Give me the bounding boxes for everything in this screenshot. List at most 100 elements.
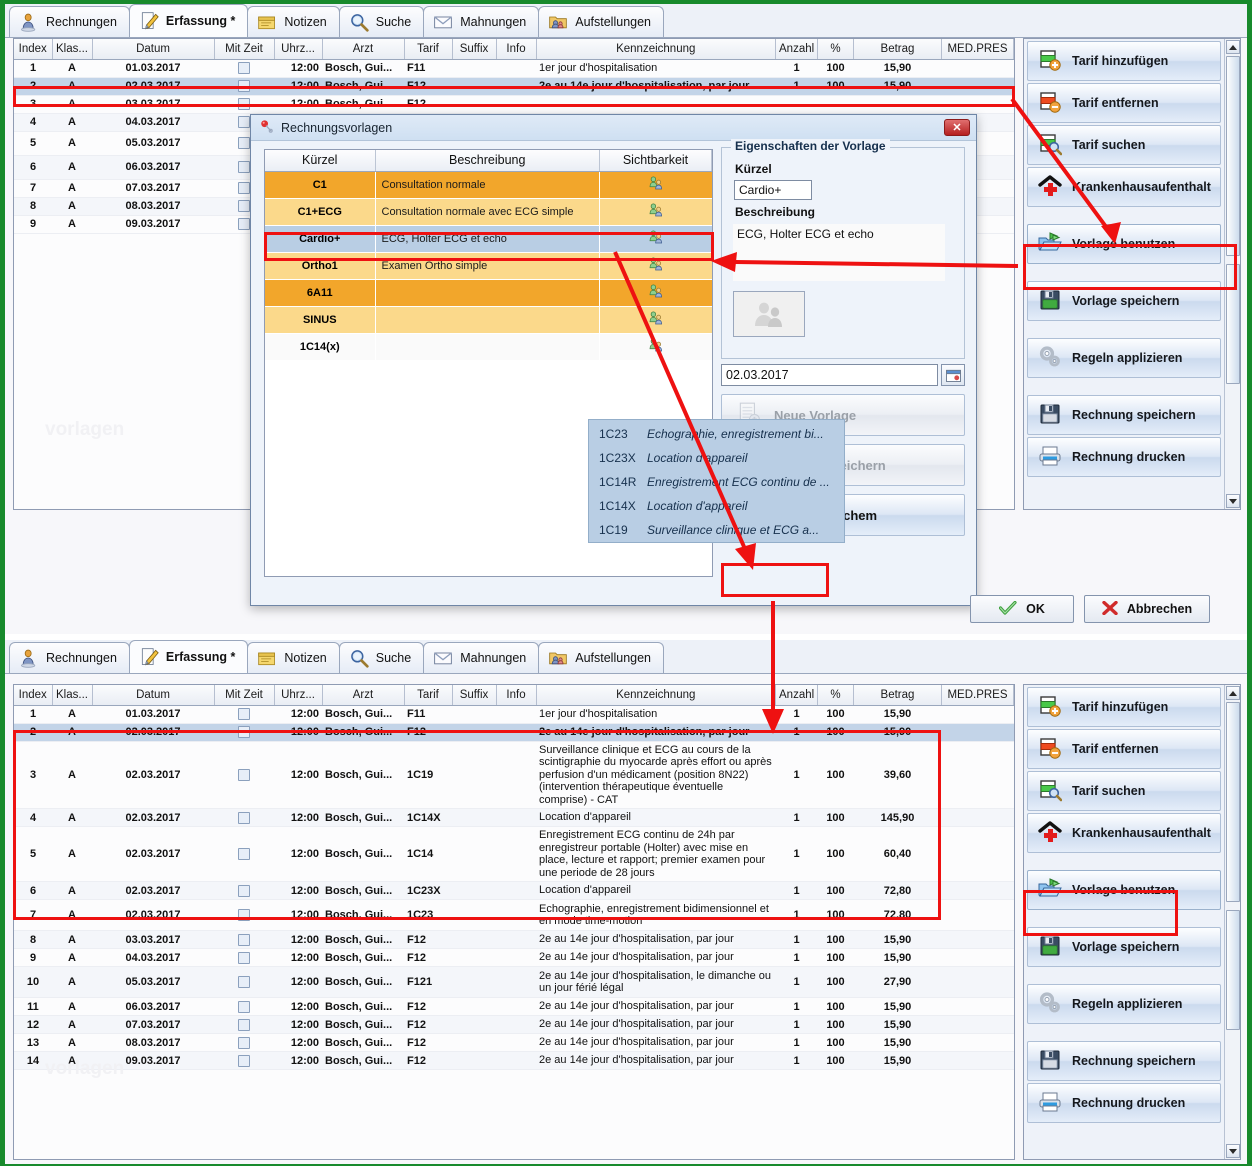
bottom-sidebar-item-vorlage-benutzen[interactable]: Vorlage benutzen xyxy=(1027,870,1221,910)
bottom-sidebar-item-rechnung-speichern[interactable]: Rechnung speichern xyxy=(1027,1041,1221,1081)
table-row[interactable]: 2 A 02.03.2017 12:00 Bosch, Gui... F12 2e au 1… xyxy=(14,723,1014,742)
tab-erfassung[interactable]: Erfassung * xyxy=(128,640,249,673)
column-header[interactable]: % xyxy=(817,39,854,60)
checkbox[interactable] xyxy=(238,80,250,92)
tab-rechnungen[interactable]: Rechnungen xyxy=(9,6,130,37)
checkbox[interactable] xyxy=(238,976,250,988)
checkbox[interactable] xyxy=(238,137,250,149)
column-header[interactable]: Mit Zeit xyxy=(214,685,275,706)
mit-zeit-checkbox-cell[interactable] xyxy=(214,1051,274,1070)
mit-zeit-checkbox-cell[interactable] xyxy=(214,1033,274,1052)
mit-zeit-checkbox-cell[interactable] xyxy=(214,808,274,827)
bottom-sidebar-scrollbar[interactable] xyxy=(1224,685,1240,1159)
template-column-header[interactable]: Beschreibung xyxy=(375,150,600,172)
column-header[interactable]: Klas... xyxy=(52,685,93,706)
template-visibility-cell[interactable] xyxy=(599,252,712,280)
tarif-popup-list[interactable]: 1C23 Echographie, enregistrement bi... 1… xyxy=(588,419,845,543)
checkbox[interactable] xyxy=(238,811,250,824)
table-row[interactable]: 3 A 03.03.2017 12:00 Bosch, Gui... F12 xyxy=(14,95,1014,114)
top-sidebar-item-tarif-hinzuf-gen[interactable]: Tarif hinzufügen xyxy=(1027,41,1221,81)
checkbox[interactable] xyxy=(238,933,250,946)
tab-suche[interactable]: Suche xyxy=(338,642,425,673)
table-row[interactable]: 12 A 07.03.2017 12:00 Bosch, Gui... F12 2e au … xyxy=(14,1015,1014,1034)
mit-zeit-checkbox-cell[interactable] xyxy=(214,899,274,931)
column-header[interactable]: Kennzeichnung xyxy=(536,39,776,60)
popup-list-item[interactable]: 1C19 Surveillance clinique et ECG a... xyxy=(589,518,844,542)
template-visibility-cell[interactable] xyxy=(599,171,712,199)
mit-zeit-checkbox-cell[interactable] xyxy=(214,948,274,967)
scroll-thumb-lower[interactable] xyxy=(1226,910,1240,1030)
column-header[interactable]: Tarif xyxy=(404,685,453,706)
column-header[interactable]: Arzt xyxy=(322,685,405,706)
people-placeholder-icon[interactable] xyxy=(733,291,805,337)
tab-notizen[interactable]: Notizen xyxy=(247,6,340,37)
people-visibility-icon[interactable] xyxy=(647,201,665,222)
table-row[interactable]: 1 A 01.03.2017 12:00 Bosch, Gui... F11 1er jou… xyxy=(14,705,1014,724)
rechnungsvorlagen-dialog[interactable]: Rechnungsvorlagen ✕ Kürzel Beschreibung Si… xyxy=(250,114,1210,623)
bottom-sidebar-item-tarif-hinzuf-gen[interactable]: Tarif hinzufügen xyxy=(1027,687,1221,727)
tab-aufstellungen[interactable]: Aufstellungen xyxy=(538,6,665,37)
date-field-row[interactable] xyxy=(721,364,965,386)
column-header[interactable]: Datum xyxy=(92,39,215,60)
table-row[interactable]: 1 A 01.03.2017 12:00 Bosch, Gui... F11 1er jou… xyxy=(14,59,1014,78)
top-sidebar-item-regeln-applizieren[interactable]: Regeln applizieren xyxy=(1027,338,1221,378)
cancel-button[interactable]: Abbrechen xyxy=(1084,595,1210,623)
checkbox[interactable] xyxy=(238,726,250,738)
mit-zeit-checkbox-cell[interactable] xyxy=(214,881,274,900)
checkbox[interactable] xyxy=(238,116,250,128)
checkbox[interactable] xyxy=(238,708,250,720)
table-row[interactable]: 3 A 02.03.2017 12:00 Bosch, Gui... 1C19 Survei… xyxy=(14,741,1014,809)
column-header[interactable]: Info xyxy=(496,685,537,706)
bottom-sidebar-item-tarif-suchen[interactable]: Tarif suchen xyxy=(1027,771,1221,811)
people-visibility-icon[interactable] xyxy=(647,336,665,357)
popup-list-item[interactable]: 1C14R Enregistrement ECG continu de ... xyxy=(589,470,844,494)
table-row[interactable]: 8 A 03.03.2017 12:00 Bosch, Gui... F12 2e au 1… xyxy=(14,930,1014,949)
column-header[interactable]: Tarif xyxy=(404,39,453,60)
tab-notizen[interactable]: Notizen xyxy=(247,642,340,673)
column-header[interactable]: MED.PRES xyxy=(941,39,1014,60)
checkbox[interactable] xyxy=(238,161,250,173)
top-sidebar-item-rechnung-speichern[interactable]: Rechnung speichern xyxy=(1027,395,1221,435)
column-header[interactable]: Uhrz... xyxy=(274,39,323,60)
calendar-icon[interactable] xyxy=(941,364,965,386)
checkbox[interactable] xyxy=(238,200,250,212)
mit-zeit-checkbox-cell[interactable] xyxy=(214,59,274,78)
mit-zeit-checkbox-cell[interactable] xyxy=(214,826,274,882)
column-header[interactable]: Anzahl xyxy=(775,39,818,60)
tab-mahnungen[interactable]: Mahnungen xyxy=(423,6,540,37)
mit-zeit-checkbox-cell[interactable] xyxy=(214,77,274,96)
people-visibility-icon[interactable] xyxy=(647,228,665,249)
table-row[interactable]: 6 A 02.03.2017 12:00 Bosch, Gui... 1C23X Locat… xyxy=(14,881,1014,900)
scroll-thumb-lower[interactable] xyxy=(1226,264,1240,384)
checkbox[interactable] xyxy=(238,768,250,781)
template-column-header[interactable]: Kürzel xyxy=(265,150,376,172)
mit-zeit-checkbox-cell[interactable] xyxy=(214,966,274,998)
beschreibung-textarea[interactable]: ECG, Holter ECG et echo xyxy=(733,224,945,281)
column-header[interactable]: Kennzeichnung xyxy=(536,685,776,706)
column-header[interactable]: Index xyxy=(14,39,53,60)
template-visibility-cell[interactable] xyxy=(599,279,712,307)
bottom-sidebar-item-krankenhausaufenthalt[interactable]: Krankenhausaufenthalt xyxy=(1027,813,1221,853)
table-row[interactable]: 7 A 02.03.2017 12:00 Bosch, Gui... 1C23 Echogr… xyxy=(14,899,1014,931)
scroll-thumb[interactable] xyxy=(1226,56,1240,256)
template-row[interactable]: 1C14(x) xyxy=(265,333,712,361)
popup-list-item[interactable]: 1C23 Echographie, enregistrement bi... xyxy=(589,422,844,446)
bottom-sidebar-item-rechnung-drucken[interactable]: Rechnung drucken xyxy=(1027,1083,1221,1123)
template-row[interactable]: SINUS xyxy=(265,306,712,334)
mit-zeit-checkbox-cell[interactable] xyxy=(214,705,274,724)
checkbox[interactable] xyxy=(238,218,250,230)
scroll-up-arrow[interactable] xyxy=(1226,40,1240,54)
top-sidebar-item-krankenhausaufenthalt[interactable]: Krankenhausaufenthalt xyxy=(1027,167,1221,207)
checkbox[interactable] xyxy=(238,951,250,964)
table-row[interactable]: 10 A 05.03.2017 12:00 Bosch, Gui... F121 2e au… xyxy=(14,966,1014,998)
tab-aufstellungen[interactable]: Aufstellungen xyxy=(538,642,665,673)
template-row[interactable]: C1+ECG Consultation normale avec ECG sim… xyxy=(265,198,712,226)
checkbox[interactable] xyxy=(238,848,250,860)
table-row[interactable]: 5 A 02.03.2017 12:00 Bosch, Gui... 1C14 Enregi… xyxy=(14,826,1014,882)
scroll-thumb[interactable] xyxy=(1226,702,1240,902)
checkbox[interactable] xyxy=(238,98,250,110)
checkbox[interactable] xyxy=(238,62,250,74)
column-header[interactable]: Arzt xyxy=(322,39,405,60)
table-row[interactable]: 2 A 02.03.2017 12:00 Bosch, Gui... F12 2e au 1… xyxy=(14,77,1014,96)
checkbox[interactable] xyxy=(238,182,250,194)
